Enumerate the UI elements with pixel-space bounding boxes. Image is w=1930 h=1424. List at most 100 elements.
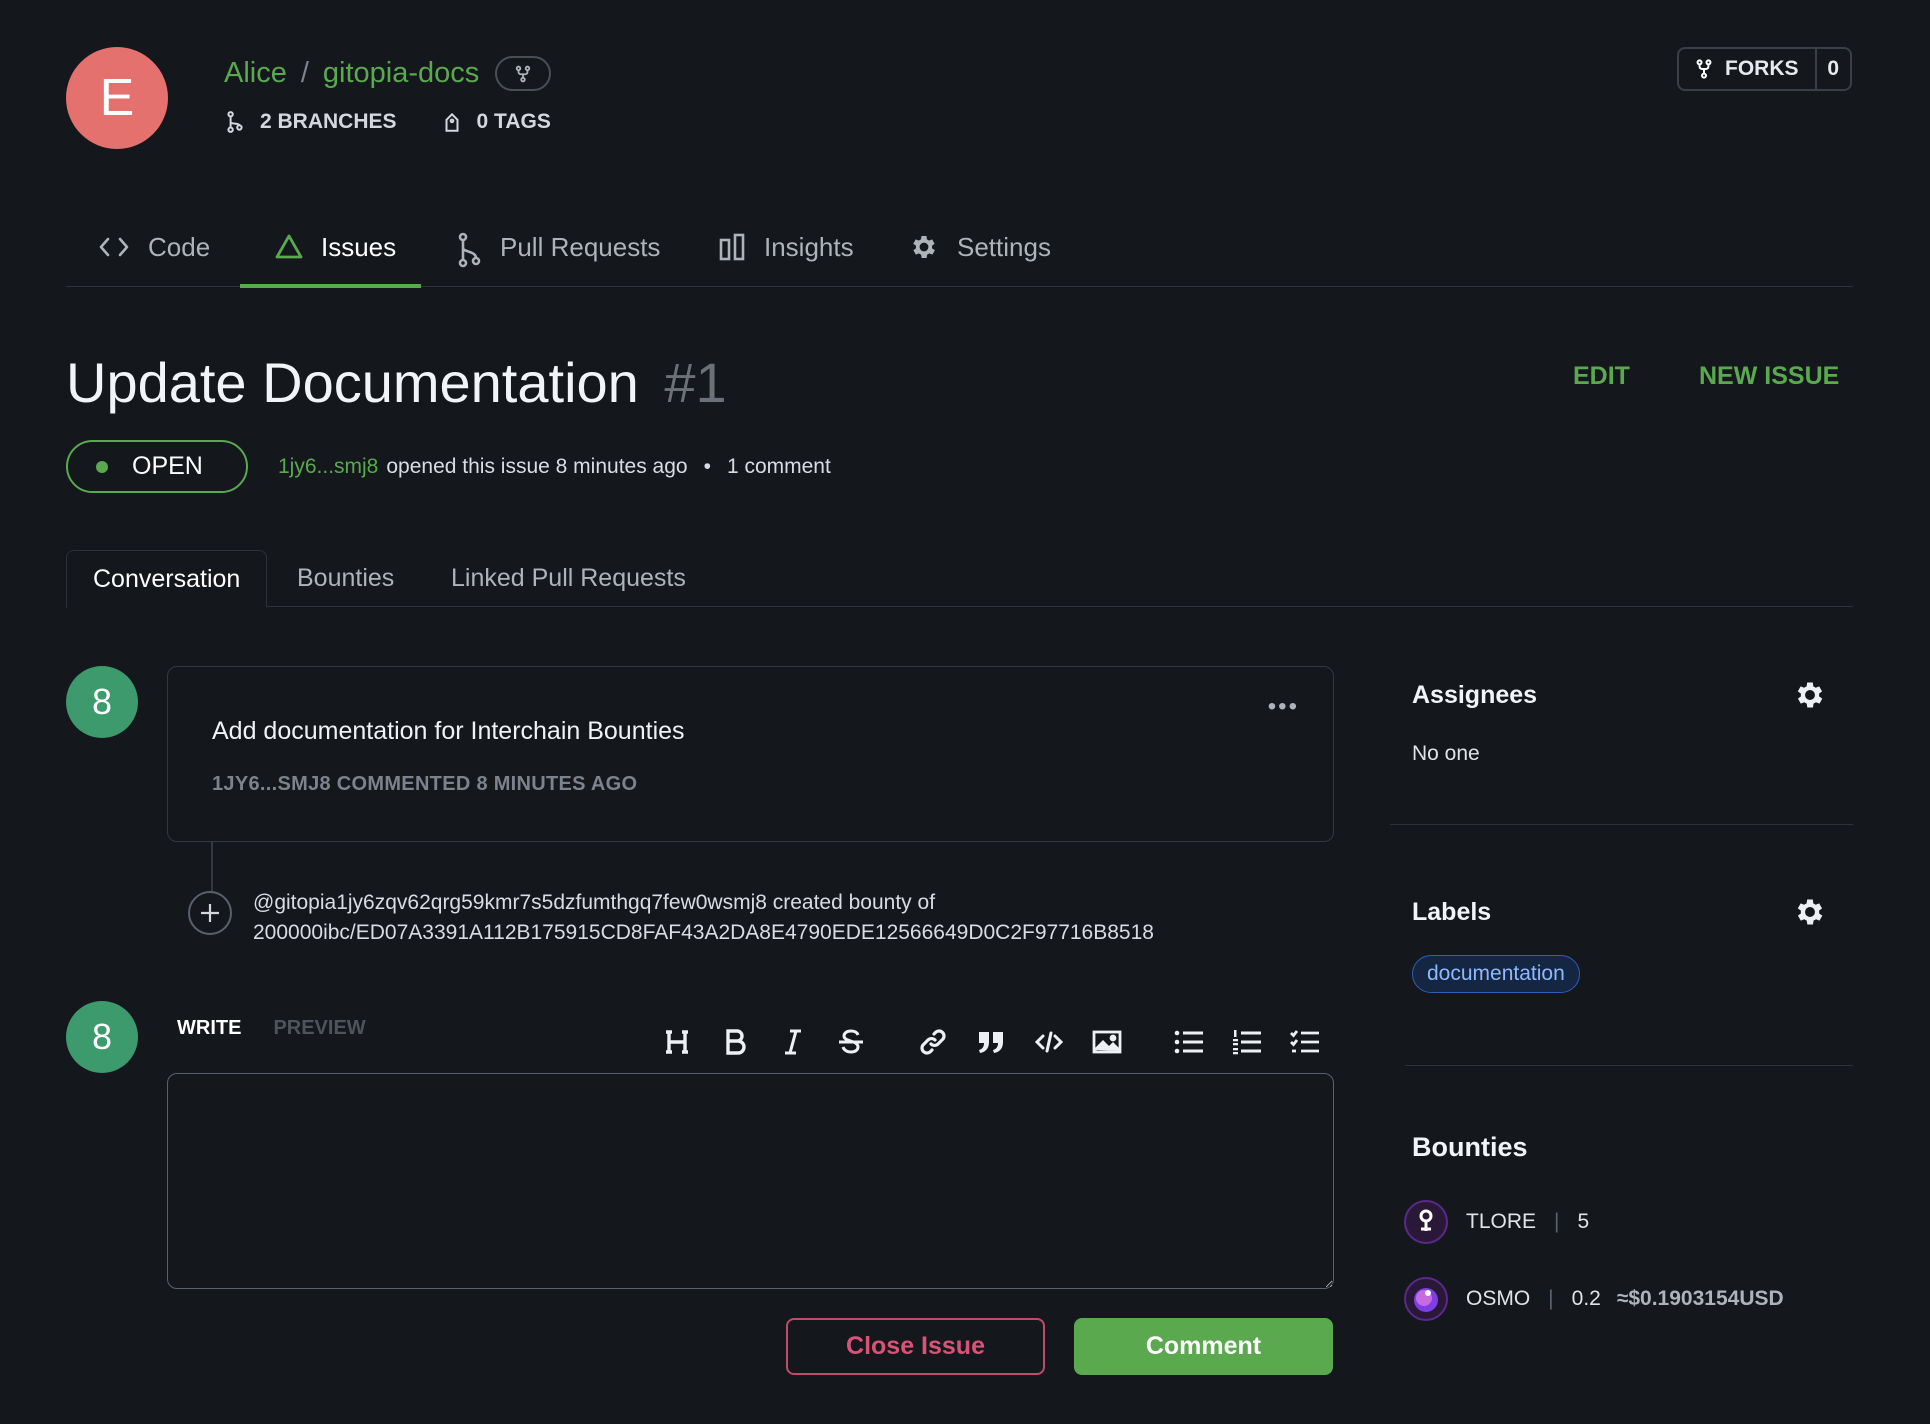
osmo-token-icon — [1404, 1277, 1448, 1321]
close-issue-button[interactable]: Close Issue — [786, 1318, 1045, 1375]
assignees-title: Assignees — [1412, 681, 1538, 709]
tab-settings[interactable]: Settings — [909, 222, 1051, 287]
bounty-token: TLORE — [1466, 1210, 1537, 1233]
tab-label: Issues — [321, 232, 397, 262]
bounty-usd-value: ≈$0.1903154USD — [1616, 1287, 1784, 1310]
current-user-avatar: 8 — [66, 1001, 138, 1073]
bounty-amount: 5 — [1577, 1210, 1590, 1233]
branches-link[interactable]: 2 BRANCHES — [226, 110, 397, 134]
issue-title-text: Update Documentation — [66, 351, 639, 414]
repo-meta: 2 BRANCHES 0 TAGS — [226, 110, 597, 134]
sidebar-divider — [1405, 1065, 1853, 1066]
quote-icon[interactable] — [971, 1022, 1011, 1062]
link-icon[interactable] — [913, 1022, 953, 1062]
tab-label: Pull Requests — [500, 232, 661, 262]
issue-author-link[interactable]: 1jy6...smj8 — [278, 455, 378, 479]
write-tab[interactable]: WRITE — [177, 1017, 241, 1040]
repo-avatar[interactable]: E — [66, 47, 168, 149]
heading-icon[interactable] — [657, 1022, 697, 1062]
gear-icon — [909, 232, 939, 262]
tags-count: 0 TAGS — [476, 110, 551, 133]
bounty-item: OSMO | 0.2 ≈$0.1903154USD — [1404, 1277, 1784, 1321]
tag-icon — [443, 111, 461, 133]
status-label: OPEN — [132, 452, 203, 480]
repo-breadcrumb: Alice / gitopia-docs — [224, 56, 552, 91]
branches-count: 2 BRANCHES — [260, 110, 397, 133]
repo-nav: Code Issues Pull Requests Insights Setti… — [66, 222, 1853, 287]
tab-label: Code — [148, 232, 211, 262]
repo-owner-link[interactable]: Alice — [224, 57, 287, 90]
sidebar-divider — [1390, 824, 1853, 825]
tab-pull-requests[interactable]: Pull Requests — [456, 222, 660, 287]
pull-request-icon — [456, 232, 482, 268]
italic-icon[interactable] — [773, 1022, 813, 1062]
subtab-conversation[interactable]: Conversation — [66, 550, 268, 608]
gear-icon[interactable] — [1793, 678, 1827, 712]
timeline-connector — [211, 842, 213, 894]
bounty-event-line1: @gitopia1jy6zqv62qrg59kmr7s5dzfumthgq7fe… — [253, 891, 936, 914]
fork-chip[interactable] — [495, 56, 552, 91]
plus-icon — [188, 891, 232, 935]
editor-tabs: WRITE PREVIEW — [177, 1017, 366, 1040]
comment-meta: 1JY6...SMJ8 COMMENTED 8 MINUTES AGO — [212, 773, 638, 795]
issue-title: Update Documentation #1 — [66, 350, 727, 415]
strikethrough-icon[interactable] — [831, 1022, 871, 1062]
tab-issues[interactable]: Issues — [275, 222, 396, 287]
status-dot — [96, 460, 108, 473]
forks-label: FORKS — [1725, 57, 1799, 80]
subtab-linked-pull-requests[interactable]: Linked Pull Requests — [451, 550, 686, 607]
assignees-value: No one — [1412, 742, 1480, 765]
bullet-list-icon[interactable] — [1169, 1022, 1209, 1062]
issues-icon — [275, 232, 303, 262]
subtab-bounties[interactable]: Bounties — [297, 550, 394, 607]
label-documentation[interactable]: documentation — [1412, 955, 1580, 993]
preview-tab[interactable]: PREVIEW — [273, 1017, 365, 1040]
bold-icon[interactable] — [715, 1022, 755, 1062]
issue-opened-info: 1jy6...smj8 opened this issue 8 minutes … — [278, 455, 831, 479]
fork-icon — [514, 65, 532, 83]
tags-link[interactable]: 0 TAGS — [443, 110, 551, 134]
issue-number: #1 — [664, 351, 727, 414]
more-options-icon[interactable]: ••• — [1268, 693, 1299, 721]
comment-button[interactable]: Comment — [1074, 1318, 1333, 1375]
forks-button[interactable]: FORKS 0 — [1677, 47, 1852, 91]
bullet-separator: • — [703, 455, 711, 478]
markdown-toolbar — [657, 1022, 1343, 1062]
forks-count: 0 — [1827, 57, 1840, 80]
bounty-token: OSMO — [1466, 1287, 1531, 1310]
tab-insights[interactable]: Insights — [718, 222, 854, 287]
opened-text: opened this issue 8 minutes ago — [386, 455, 688, 478]
comment-body: Add documentation for Interchain Bountie… — [212, 717, 685, 745]
repo-name-link[interactable]: gitopia-docs — [323, 57, 479, 90]
bounty-amount: 0.2 — [1571, 1287, 1601, 1310]
bounty-event: @gitopia1jy6zqv62qrg59kmr7s5dzfumthgq7fe… — [253, 888, 1154, 948]
bounty-separator: | — [1554, 1210, 1560, 1233]
tab-label: Settings — [957, 232, 1051, 262]
code-icon — [98, 232, 130, 262]
active-tab-indicator — [240, 284, 421, 288]
gear-icon[interactable] — [1793, 895, 1827, 929]
tlore-token-icon — [1404, 1200, 1448, 1244]
tab-label: Insights — [764, 232, 854, 262]
insights-icon — [718, 232, 746, 262]
status-badge: OPEN — [66, 440, 248, 493]
comment-card: Add documentation for Interchain Bountie… — [167, 666, 1334, 842]
edit-button[interactable]: EDIT — [1573, 362, 1630, 391]
comment-author-avatar[interactable]: 8 — [66, 666, 138, 738]
comment-textarea[interactable] — [167, 1073, 1334, 1289]
comment-count: 1 comment — [726, 455, 831, 478]
branch-icon — [226, 111, 244, 133]
new-issue-button[interactable]: NEW ISSUE — [1699, 362, 1839, 391]
labels-title: Labels — [1412, 898, 1492, 926]
issue-subtabs: Conversation Bounties Linked Pull Reques… — [66, 550, 1853, 608]
fork-icon — [1695, 59, 1713, 79]
image-icon[interactable] — [1087, 1022, 1127, 1062]
bounty-separator: | — [1548, 1287, 1554, 1310]
tab-code[interactable]: Code — [98, 222, 210, 287]
code-icon[interactable] — [1029, 1022, 1069, 1062]
bounty-item: TLORE | 5 — [1404, 1200, 1589, 1244]
breadcrumb-separator: / — [300, 57, 309, 89]
bounties-title: Bounties — [1412, 1132, 1528, 1162]
numbered-list-icon[interactable] — [1227, 1022, 1267, 1062]
task-list-icon[interactable] — [1285, 1022, 1325, 1062]
